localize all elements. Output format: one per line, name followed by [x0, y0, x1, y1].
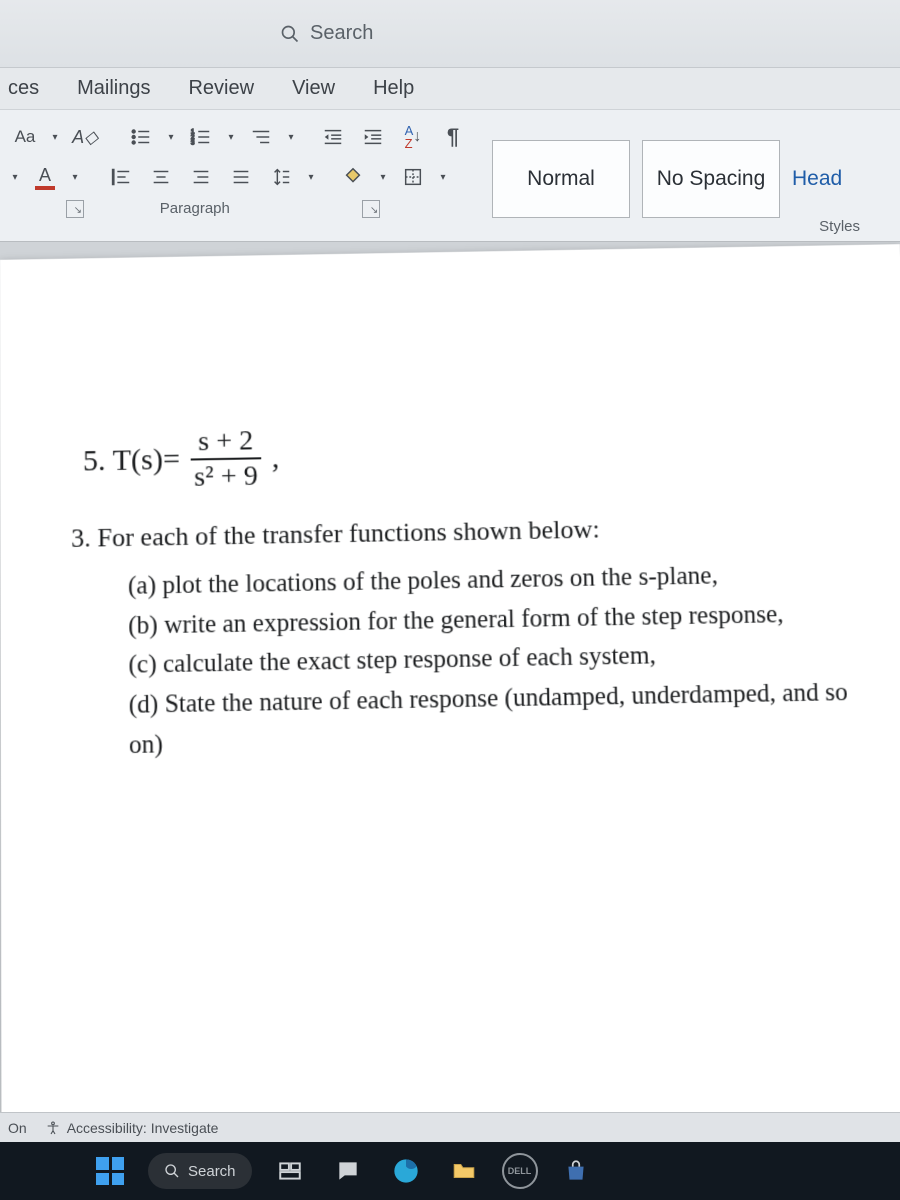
font-group-launcher[interactable]: ↘ [0, 200, 90, 235]
chat-icon [335, 1158, 361, 1184]
equation-denominator: s² + 9 [186, 460, 266, 493]
task-view-icon [277, 1158, 303, 1184]
focus-mode-label[interactable]: On [8, 1120, 27, 1136]
equation-numerator: s + 2 [190, 426, 261, 461]
title-bar: Search [0, 0, 900, 68]
styles-gallery: Normal No Spacing Head [492, 140, 852, 218]
titlebar-search-text: Search [310, 22, 373, 45]
svg-text:3: 3 [191, 139, 195, 146]
search-icon [164, 1163, 180, 1179]
windows-logo-icon [96, 1157, 124, 1185]
justify-button[interactable] [224, 160, 258, 194]
question-3: 3. For each of the transfer functions sh… [71, 509, 869, 554]
store-icon [563, 1158, 589, 1184]
borders-button[interactable] [396, 160, 430, 194]
tab-view[interactable]: View [284, 69, 343, 108]
multilevel-list-button[interactable] [244, 120, 278, 154]
numbering-button[interactable]: 123 [184, 120, 218, 154]
equation-line: 5. T(s)= s + 2 s² + 9 , [83, 415, 868, 494]
edge-button[interactable] [386, 1151, 426, 1191]
ribbon: Aa ▾ A◇ ▾ 123 ▾ ▾ AZ↓ [0, 110, 900, 242]
document-page[interactable]: 5. T(s)= s + 2 s² + 9 , 3. For each of t… [0, 244, 900, 1172]
titlebar-search[interactable]: Search [280, 22, 373, 45]
question-3-sublist: (a) plot the locations of the poles and … [71, 554, 876, 767]
chat-button[interactable] [328, 1151, 368, 1191]
increase-indent-button[interactable] [356, 120, 390, 154]
align-right-button[interactable] [184, 160, 218, 194]
line-spacing-button[interactable] [264, 160, 298, 194]
accessibility-status[interactable]: Accessibility: Investigate [45, 1120, 219, 1136]
numbering-dropdown[interactable]: ▾ [224, 132, 238, 143]
tab-mailings[interactable]: Mailings [69, 69, 158, 108]
paragraph-dialog-launcher-icon[interactable]: ↘ [362, 200, 380, 218]
line-spacing-dropdown[interactable]: ▾ [304, 172, 318, 183]
dell-icon: DELL [508, 1166, 532, 1176]
accessibility-icon [45, 1120, 61, 1136]
font-dialog-launcher-icon[interactable]: ↘ [66, 200, 84, 218]
multilevel-dropdown[interactable]: ▾ [284, 132, 298, 143]
show-paragraph-marks-button[interactable]: ¶ [436, 120, 470, 154]
taskbar-search-text: Search [188, 1163, 236, 1180]
style-heading-cut[interactable]: Head [792, 140, 852, 218]
clear-formatting-button[interactable]: A◇ [68, 120, 102, 154]
equation-fraction: s + 2 s² + 9 [186, 426, 266, 493]
align-center-button[interactable] [144, 160, 178, 194]
start-button[interactable] [90, 1151, 130, 1191]
style-no-spacing[interactable]: No Spacing [642, 140, 780, 218]
dell-button[interactable]: DELL [502, 1153, 538, 1189]
folder-icon [451, 1158, 477, 1184]
align-left-button[interactable] [104, 160, 138, 194]
accessibility-text: Accessibility: Investigate [67, 1120, 219, 1136]
search-icon [280, 24, 300, 44]
font-color-dropdown-left[interactable]: ▾ [8, 172, 22, 183]
style-normal[interactable]: Normal [492, 140, 630, 218]
shading-button[interactable] [336, 160, 370, 194]
font-color-button[interactable]: A [28, 160, 62, 194]
document-area[interactable]: 5. T(s)= s + 2 s² + 9 , 3. For each of t… [0, 242, 900, 1172]
task-view-button[interactable] [270, 1151, 310, 1191]
paragraph-group-label: Paragraph [160, 200, 230, 217]
tab-review[interactable]: Review [180, 69, 262, 108]
tab-references-cut[interactable]: ces [0, 69, 47, 108]
equation-prefix: 5. T(s)= [83, 443, 180, 479]
change-case-dropdown[interactable]: ▾ [48, 132, 62, 143]
styles-group-label: Styles [819, 218, 860, 235]
taskbar-search[interactable]: Search [148, 1153, 252, 1189]
file-explorer-button[interactable] [444, 1151, 484, 1191]
sort-button[interactable]: AZ↓ [396, 120, 430, 154]
bullets-dropdown[interactable]: ▾ [164, 132, 178, 143]
status-bar: On Accessibility: Investigate [0, 1112, 900, 1142]
ribbon-tabs: ces Mailings Review View Help [0, 68, 900, 110]
shading-dropdown[interactable]: ▾ [376, 172, 390, 183]
bullets-button[interactable] [124, 120, 158, 154]
decrease-indent-button[interactable] [316, 120, 350, 154]
change-case-button[interactable]: Aa [8, 120, 42, 154]
store-button[interactable] [556, 1151, 596, 1191]
edge-icon [392, 1157, 420, 1185]
borders-dropdown[interactable]: ▾ [436, 172, 450, 183]
item-d: (d) State the nature of each response (u… [129, 673, 876, 766]
tab-help[interactable]: Help [365, 69, 422, 108]
equation-comma: , [272, 441, 280, 476]
font-color-dropdown[interactable]: ▾ [68, 172, 82, 183]
windows-taskbar: Search DELL [0, 1142, 900, 1200]
